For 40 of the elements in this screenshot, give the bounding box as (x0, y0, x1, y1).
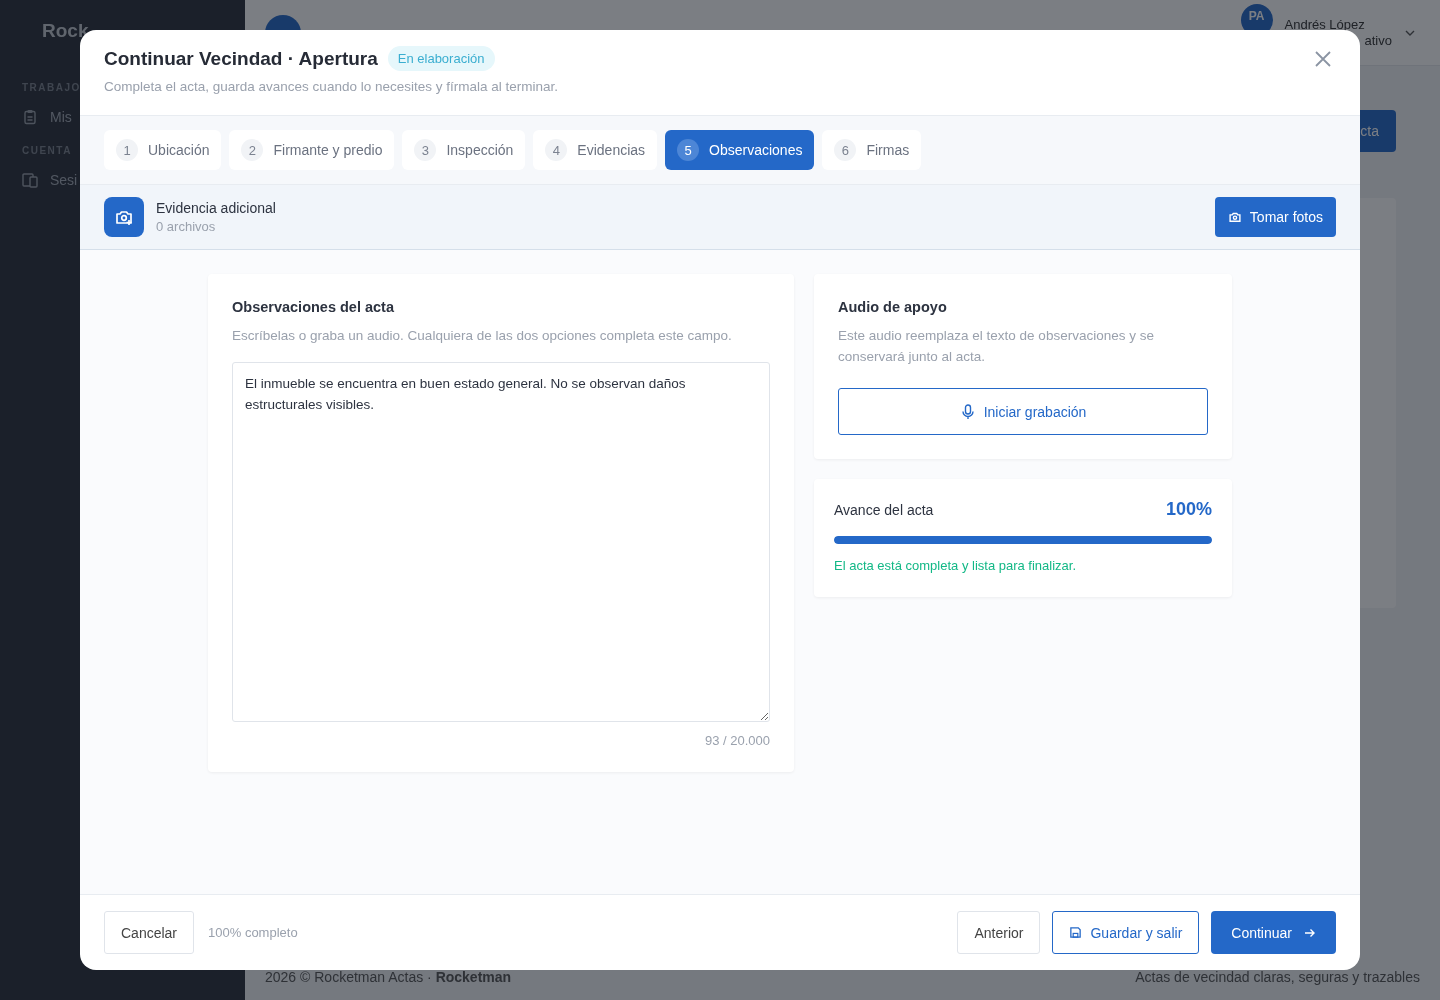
clipboard-icon (22, 109, 38, 125)
step-tab[interactable]: 5 Observaciones (665, 130, 815, 170)
take-photos-button[interactable]: Tomar fotos (1214, 197, 1336, 237)
card-title: Audio de apoyo (838, 299, 948, 315)
user-name: Andrés López (1284, 17, 1366, 33)
camera-icon (104, 197, 144, 237)
evidence-title: Evidencia adicional (156, 200, 276, 216)
step-tab[interactable]: 2 Firmante y predio (229, 130, 395, 170)
previous-button[interactable]: Anterior (957, 911, 1041, 954)
camera-icon (1227, 210, 1242, 224)
progress-label: Avance del acta (834, 501, 934, 518)
step-tab[interactable]: 4 Evidencias (533, 130, 658, 170)
save-button[interactable]: Guardar y salir (1052, 911, 1200, 954)
step-tab[interactable]: 3 Inspección (402, 130, 526, 170)
brand-name: Rock (42, 20, 90, 42)
record-button[interactable]: Iniciar grabación (838, 388, 1208, 435)
dialog-subtitle: Completa el acta, guarda avances cuando lo necesites y fírmala al terminar. (104, 79, 559, 94)
status-badge: En elaboración (387, 46, 495, 71)
observations-field[interactable]: El inmueble se encuentra en buen estado general. No se observan daños estructurales visibles. (232, 362, 770, 722)
copyright-text: 2026 © Rocketman Actas · Rocketman (265, 969, 512, 985)
devices-icon (22, 172, 38, 188)
file-count: 0 archivos (156, 219, 217, 234)
card-title: Observaciones del acta (232, 299, 395, 315)
completion-text: 100% completo (208, 925, 298, 940)
close-icon[interactable] (1314, 49, 1332, 68)
step-tab[interactable]: 6 Firmas (822, 130, 922, 170)
card-hint: Escríbelas o graba un audio. Cualquiera de las dos opciones completa este campo. (232, 327, 733, 345)
card-hint: Este audio reemplaza el texto de observaciones y se conservará junto al acta. (838, 327, 1155, 366)
progress-message: El acta está completa y lista para finalizar. (834, 558, 1078, 573)
dialog-title: Continuar Vecindad · Apertura (104, 47, 378, 70)
character-counter: 93 / 20.000 (703, 733, 770, 748)
progress-percent: 100% (1165, 499, 1212, 520)
continue-button[interactable]: Continuar (1211, 911, 1336, 954)
user-role: ativo (1364, 33, 1392, 49)
tagline-text: Actas de vecindad claras, seguras y trazables (1135, 969, 1420, 985)
save-icon (1069, 926, 1083, 939)
arrow-right-icon (1304, 926, 1316, 939)
step-tab[interactable]: 1 Ubicación (104, 130, 222, 170)
microphone-icon (959, 403, 976, 420)
cancel-button[interactable]: Cancelar (104, 911, 195, 954)
